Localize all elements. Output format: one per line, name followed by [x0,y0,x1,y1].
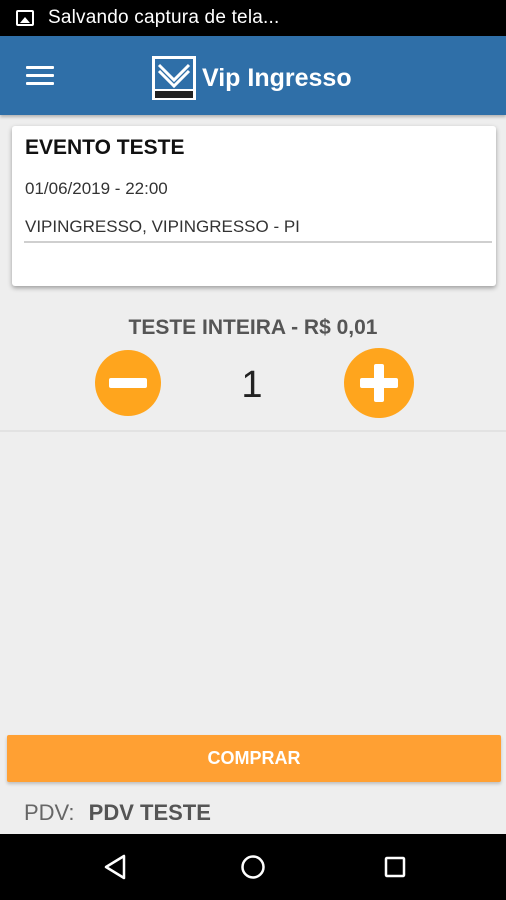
card-divider [24,241,492,243]
hamburger-menu-icon[interactable] [26,66,54,86]
home-icon[interactable] [240,854,266,880]
back-icon[interactable] [103,854,127,880]
system-nav-bar [0,834,506,900]
recents-icon[interactable] [383,854,407,880]
status-bar: Salvando captura de tela... [0,0,506,36]
event-datetime: 01/06/2019 - 22:00 [25,179,168,198]
ticket-type-label: TESTE INTEIRA - R$ 0,01 [128,316,378,339]
buy-button[interactable]: COMPRAR [7,735,501,782]
ticket-quantity: 1 [241,364,263,406]
notification-text: Salvando captura de tela... [48,7,280,28]
section-divider [0,430,506,432]
pdv-info: PDV: PDV TESTE [24,800,211,826]
event-location: VIPINGRESSO, VIPINGRESSO - PI [25,217,300,236]
event-card[interactable]: EVENTO TESTE 01/06/2019 - 22:00 VIPINGRE… [12,126,496,286]
minus-icon [109,378,147,388]
vip-ingresso-logo [152,56,196,100]
plus-icon [374,364,384,402]
app-title: Vip Ingresso [202,63,352,92]
image-icon [16,10,34,26]
app-bar: Vip Ingresso [0,36,506,115]
pdv-label: PDV: [24,800,75,825]
decrement-button[interactable] [95,350,161,416]
event-title: EVENTO TESTE [25,136,185,159]
brand: Vip Ingresso [152,56,352,100]
pdv-value: PDV TESTE [88,800,211,825]
increment-button[interactable] [344,348,414,418]
